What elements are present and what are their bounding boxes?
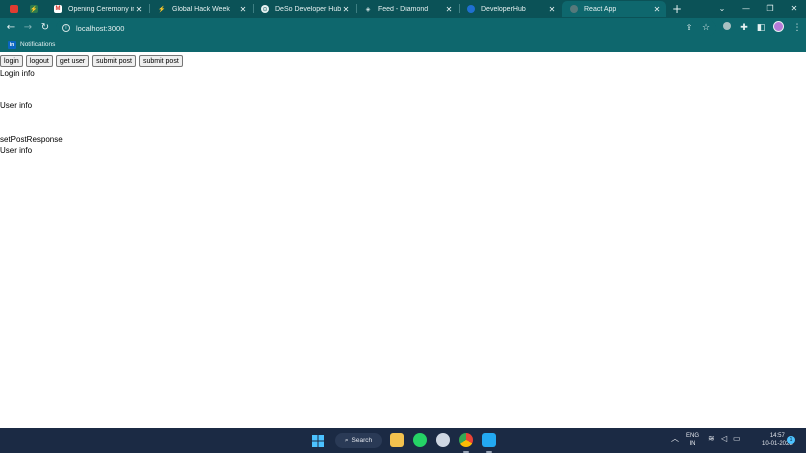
window-close-icon[interactable]: ✕ <box>784 2 804 16</box>
battery-icon[interactable]: ▭ <box>733 435 741 443</box>
tab-developerhub[interactable]: DeveloperHub ✕ <box>459 1 561 17</box>
close-icon[interactable]: ✕ <box>547 5 557 14</box>
volume-icon[interactable]: ◁ <box>721 435 727 443</box>
address-bar[interactable]: i localhost:3000 <box>56 20 716 36</box>
submit-post-button-2[interactable]: submit post <box>138 55 183 67</box>
login-info-text: Login info <box>0 69 35 78</box>
bolt-icon: ⚡ <box>30 5 38 13</box>
chrome-icon[interactable] <box>459 433 473 447</box>
browser-toolbar: ← → ↻ i localhost:3000 ⇪ ☆ ✚ ◧ ⋮ <box>0 18 806 37</box>
back-arrow-icon[interactable]: ← <box>4 21 18 35</box>
tab-title: Feed - Diamond <box>378 5 429 13</box>
tab-gmail[interactable]: M Opening Ceremony in 30 ✕ <box>46 1 148 17</box>
close-icon[interactable]: ✕ <box>652 5 662 14</box>
search-icon: ⌕ <box>344 436 349 444</box>
site-info-icon[interactable]: i <box>62 24 70 32</box>
gmail-icon: M <box>54 5 62 13</box>
submit-post-button[interactable]: submit post <box>92 55 136 67</box>
profile-avatar[interactable] <box>773 21 784 32</box>
react-icon <box>570 5 578 13</box>
action-buttons: login logout get user submit post submit… <box>0 55 183 67</box>
windows-taskbar: ⌕ Search ︿ ENG IN ≋ ◁ ▭ 14:57 10-01-2023… <box>0 428 806 453</box>
windows-start-icon[interactable] <box>311 433 325 447</box>
minimize-icon[interactable]: — <box>736 2 756 16</box>
wifi-icon[interactable]: ≋ <box>708 435 715 443</box>
restore-icon[interactable]: ❐ <box>760 2 780 16</box>
notification-badge[interactable]: 1 <box>787 436 795 444</box>
forward-arrow-icon[interactable]: → <box>21 21 35 35</box>
search-label: Search <box>351 437 373 444</box>
user-info-text: User info <box>0 101 33 110</box>
tab-title: DeveloperHub <box>481 5 526 13</box>
wolf-icon <box>10 5 18 13</box>
close-icon[interactable]: ✕ <box>238 5 248 14</box>
skype-icon[interactable] <box>436 433 450 447</box>
tab-title: Opening Ceremony in 30 <box>68 5 134 13</box>
bookmark-star-icon[interactable]: ☆ <box>699 21 713 35</box>
taskbar-search-button[interactable]: ⌕ Search <box>335 433 382 448</box>
deso-icon <box>467 5 475 13</box>
tray-chevron-up-icon[interactable]: ︿ <box>671 435 679 443</box>
tab-global-hack-week[interactable]: ⚡ Global Hack Week ✕ <box>150 1 252 17</box>
bookmark-label: Notifications <box>20 41 56 48</box>
extension-circle-icon[interactable] <box>720 21 734 35</box>
bookmark-notifications[interactable]: in Notifications <box>8 40 56 49</box>
close-icon[interactable]: ✕ <box>444 5 454 14</box>
diamond-icon: ◈ <box>365 6 371 13</box>
tab-title: Global Hack Week <box>172 5 230 13</box>
tab-search-chevron-icon[interactable]: ⌄ <box>712 2 732 16</box>
close-icon[interactable]: ✕ <box>341 5 351 14</box>
tab-strip: ⚡ M Opening Ceremony in 30 ✕ ⚡ Global Ha… <box>0 0 806 18</box>
tab-title: DeSo Developer Hub | G <box>275 5 341 13</box>
logout-button[interactable]: logout <box>25 55 53 67</box>
set-post-response-text: setPostResponse <box>0 135 63 144</box>
address-url: localhost:3000 <box>76 23 125 33</box>
tab-pinned-1[interactable] <box>2 1 20 17</box>
share-icon[interactable]: ⇪ <box>682 21 696 35</box>
extensions-puzzle-icon[interactable]: ✚ <box>737 21 751 35</box>
tab-pinned-2[interactable]: ⚡ <box>22 1 44 17</box>
bookmarks-bar: in Notifications <box>0 37 806 52</box>
language-label: ENG <box>686 433 700 439</box>
language-indicator[interactable]: ENG IN <box>686 432 699 448</box>
close-icon[interactable]: ✕ <box>134 5 144 14</box>
tab-deso-developer-hub[interactable]: ⊙ DeSo Developer Hub | G ✕ <box>253 1 355 17</box>
tab-feed-diamond[interactable]: ◈ Feed - Diamond ✕ <box>356 1 458 17</box>
region-label: IN <box>689 441 696 447</box>
get-user-button[interactable]: get user <box>55 55 90 67</box>
bolt-icon: ⚡ <box>158 6 166 13</box>
linkedin-icon: in <box>8 40 16 49</box>
tab-title: React App <box>584 5 617 13</box>
new-tab-plus-icon[interactable]: + <box>670 2 684 16</box>
file-explorer-icon[interactable] <box>390 433 404 447</box>
tab-react-app[interactable]: React App ✕ <box>562 1 666 17</box>
page-content: login logout get user submit post submit… <box>0 54 806 428</box>
reload-icon[interactable]: ↻ <box>38 21 52 35</box>
login-button[interactable]: login <box>0 55 23 67</box>
side-panel-icon[interactable]: ◧ <box>754 21 768 35</box>
vscode-icon[interactable] <box>482 433 496 447</box>
whatsapp-icon[interactable] <box>413 433 427 447</box>
user-info-text-2: User info <box>0 146 33 155</box>
deso-icon: ⊙ <box>261 5 269 13</box>
menu-kebab-icon[interactable]: ⋮ <box>790 21 804 35</box>
